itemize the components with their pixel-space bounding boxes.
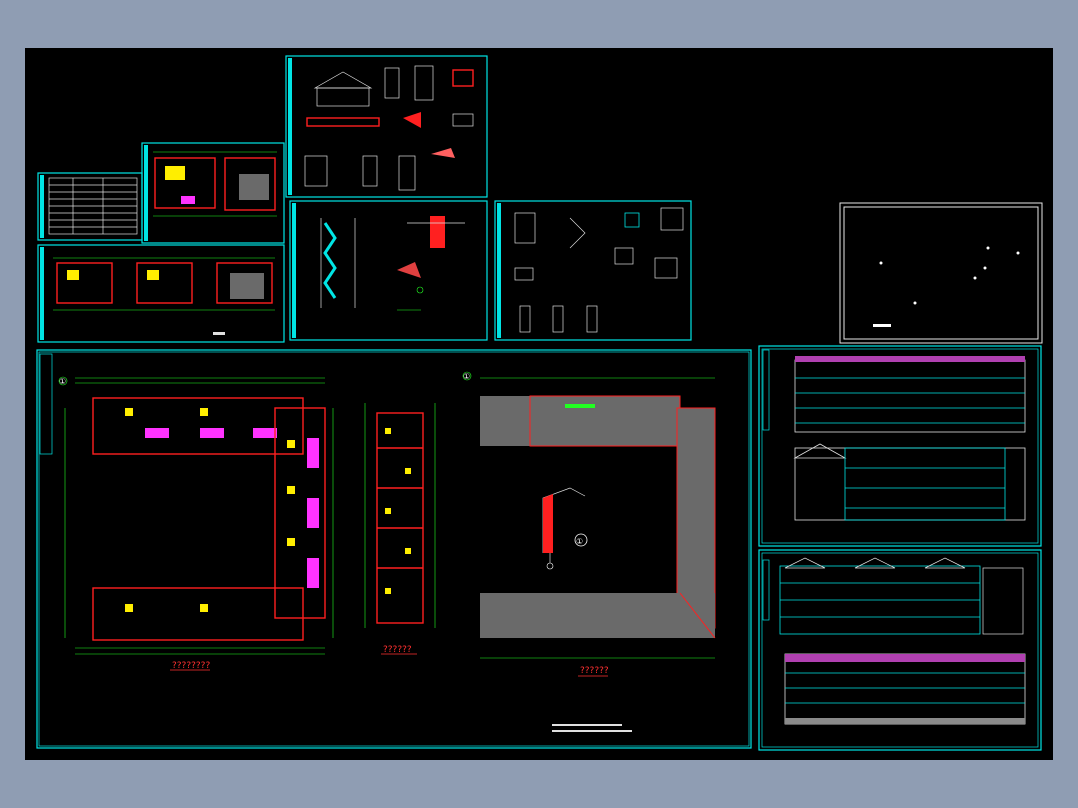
sheet-note xyxy=(552,724,622,726)
plan-title-1: ???????? xyxy=(172,661,210,671)
sheet-unit-plans-a[interactable] xyxy=(141,142,285,244)
sheet-drawing-index[interactable] xyxy=(37,172,143,241)
sheet-note-2 xyxy=(552,730,632,732)
sheet-stair-details[interactable] xyxy=(289,200,488,341)
sheet-main-plans[interactable]: ① ???????? ?????? ① ① ?????? xyxy=(36,349,752,749)
plan-title-2: ?????? xyxy=(383,645,412,655)
cad-drawing-canvas[interactable]: ① ???????? ?????? ① ① ?????? xyxy=(25,48,1053,760)
drawing-svg[interactable]: ① ???????? ?????? ① ① ?????? xyxy=(25,48,1053,760)
sheet-elevations-a[interactable] xyxy=(758,345,1042,547)
axis-marker-1: ① xyxy=(59,377,66,386)
sheet-elevations-b[interactable] xyxy=(758,549,1042,751)
detail-marker: ① xyxy=(576,537,583,546)
plan-title-3: ?????? xyxy=(580,666,609,676)
floor-plan-2[interactable]: ?????? xyxy=(364,403,436,655)
index-table xyxy=(48,177,138,235)
sheet-misc-details[interactable] xyxy=(494,200,692,341)
axis-marker-2: ① xyxy=(463,372,470,381)
sheet-roof-details[interactable] xyxy=(285,55,488,198)
floor-plan-1[interactable]: ① ???????? xyxy=(58,376,334,671)
roof-plan[interactable]: ① ① ?????? xyxy=(462,371,716,677)
sheet-site-blank[interactable] xyxy=(839,202,1043,344)
sheet-unit-plans-b[interactable] xyxy=(37,244,285,343)
